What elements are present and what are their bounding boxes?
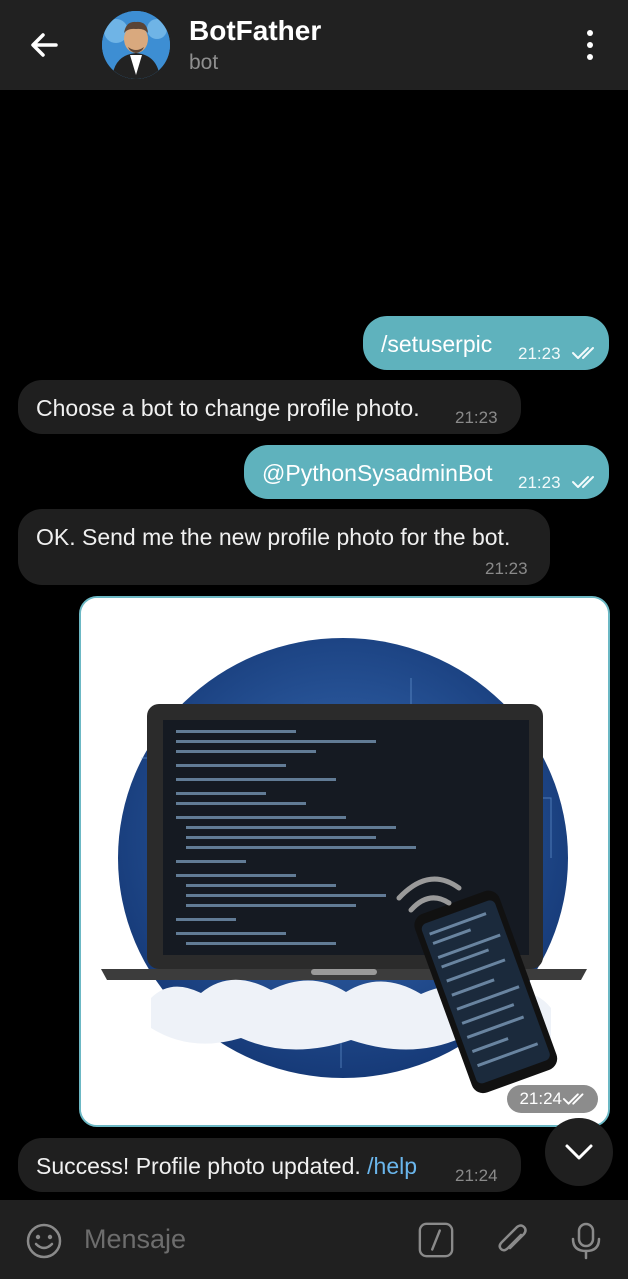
message-time: 21:24 (455, 1166, 498, 1185)
double-check-icon (572, 347, 594, 359)
chat-subtitle: bot (189, 51, 219, 74)
message-body: Success! Profile photo updated. (36, 1153, 361, 1179)
message-text: Choose a bot to change profile photo. (36, 395, 420, 421)
help-command-link[interactable]: /help (367, 1153, 417, 1179)
double-check-icon (562, 1093, 584, 1105)
double-check-icon (572, 476, 594, 488)
message-time: 21:23 (518, 344, 561, 363)
chevron-down-icon (565, 1144, 593, 1160)
message-outgoing[interactable]: /setuserpic 21:23 (363, 316, 609, 370)
message-text: Success! Profile photo updated. /help (36, 1153, 417, 1180)
message-time: 21:23 (518, 473, 561, 492)
message-time: 21:23 (485, 559, 528, 578)
message-incoming[interactable]: Choose a bot to change profile photo. 21… (18, 380, 521, 434)
scroll-down-button[interactable] (545, 1118, 613, 1186)
bot-command-icon[interactable] (417, 1221, 455, 1259)
message-incoming[interactable]: Success! Profile photo updated. /help 21… (18, 1138, 521, 1192)
message-time: 21:24 (519, 1089, 562, 1108)
back-arrow-icon[interactable] (26, 27, 62, 63)
message-text: OK. Send me the new profile photo for th… (36, 524, 511, 550)
more-vertical-icon[interactable] (580, 28, 600, 62)
message-incoming[interactable]: OK. Send me the new profile photo for th… (18, 509, 550, 585)
profile-photo-image (81, 598, 608, 1125)
photo-time-badge: 21:24 (507, 1085, 598, 1113)
avatar[interactable] (102, 11, 170, 79)
chat-header: BotFather bot (0, 0, 628, 90)
message-input-bar: Mensaje (0, 1200, 628, 1279)
emoji-icon[interactable] (24, 1221, 64, 1261)
attach-icon[interactable] (493, 1221, 533, 1261)
chat-title[interactable]: BotFather (189, 15, 321, 47)
photo-message[interactable]: 21:24 (79, 596, 610, 1127)
microphone-icon[interactable] (566, 1219, 606, 1261)
message-text: @PythonSysadminBot (262, 460, 493, 486)
message-text: /setuserpic (381, 331, 493, 357)
message-outgoing[interactable]: @PythonSysadminBot 21:23 (244, 445, 609, 499)
message-input[interactable]: Mensaje (84, 1224, 186, 1255)
message-time: 21:23 (455, 408, 498, 427)
